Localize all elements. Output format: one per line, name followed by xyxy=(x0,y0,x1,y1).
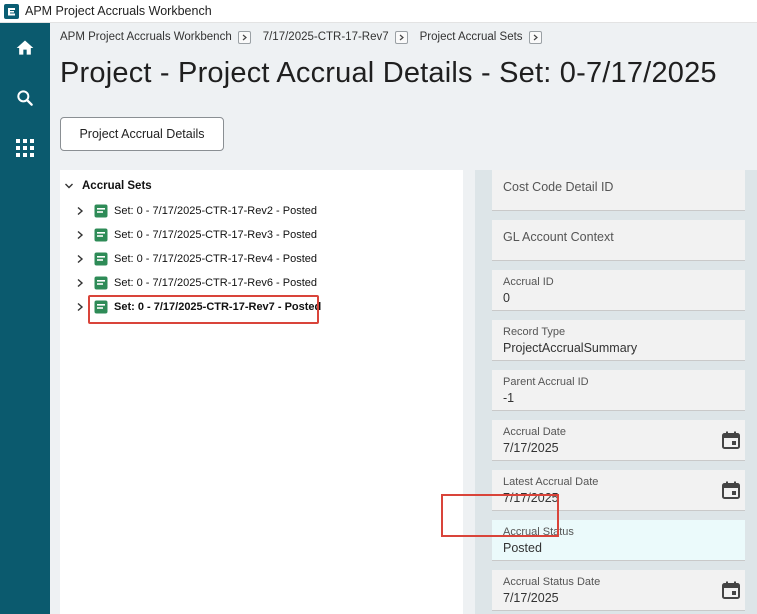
nav-rail xyxy=(0,23,50,614)
chevron-right-icon[interactable] xyxy=(76,206,88,216)
accrual-set-icon xyxy=(94,228,108,242)
apps-button[interactable] xyxy=(0,128,50,168)
home-icon xyxy=(16,40,34,55)
accrual-set-icon xyxy=(94,204,108,218)
field-label: Cost Code Detail ID xyxy=(503,180,614,194)
chevron-right-icon[interactable] xyxy=(76,302,88,312)
calendar-icon[interactable] xyxy=(721,480,741,505)
search-button[interactable] xyxy=(0,78,50,118)
breadcrumb: APM Project Accruals Workbench 7/17/2025… xyxy=(60,27,554,47)
field-value: 7/17/2025 xyxy=(503,591,559,605)
chevron-down-icon[interactable] xyxy=(64,181,74,191)
field-label: Accrual ID xyxy=(503,276,554,288)
field-value: 0 xyxy=(503,291,510,305)
field-label: GL Account Context xyxy=(503,230,614,244)
accrual-status-field[interactable]: Accrual Status Posted xyxy=(492,520,745,561)
breadcrumb-item-rev7[interactable]: 7/17/2025-CTR-17-Rev7 xyxy=(263,31,389,43)
field-label: Accrual Status xyxy=(503,526,574,538)
parent-accrual-id-field[interactable]: Parent Accrual ID -1 xyxy=(492,370,745,411)
calendar-icon[interactable] xyxy=(721,430,741,455)
cost-code-detail-id-field[interactable]: Cost Code Detail ID xyxy=(492,170,745,211)
main-content: APM Project Accruals Workbench 7/17/2025… xyxy=(50,23,757,614)
page-title: Project - Project Accrual Details - Set:… xyxy=(60,57,717,89)
search-icon xyxy=(17,90,33,106)
accrual-set-icon xyxy=(94,252,108,266)
tree-item[interactable]: Set: 0 - 7/17/2025-CTR-17-Rev3 - Posted xyxy=(76,225,317,245)
home-button[interactable] xyxy=(0,28,50,68)
chevron-right-icon[interactable] xyxy=(237,30,251,44)
field-label: Parent Accrual ID xyxy=(503,376,589,388)
chevron-right-icon[interactable] xyxy=(76,230,88,240)
calendar-icon[interactable] xyxy=(721,580,741,605)
tree-item-selected[interactable]: Set: 0 - 7/17/2025-CTR-17-Rev7 - Posted xyxy=(76,297,321,317)
app-title: APM Project Accruals Workbench xyxy=(25,4,212,18)
tree-root-accrual-sets[interactable]: Accrual Sets xyxy=(64,180,152,192)
tree-item-label: Set: 0 - 7/17/2025-CTR-17-Rev2 - Posted xyxy=(114,205,317,217)
tree-item[interactable]: Set: 0 - 7/17/2025-CTR-17-Rev2 - Posted xyxy=(76,201,317,221)
field-value: Posted xyxy=(503,541,542,555)
tree-item-label: Set: 0 - 7/17/2025-CTR-17-Rev7 - Posted xyxy=(114,301,322,313)
breadcrumb-item-accrual-sets[interactable]: Project Accrual Sets xyxy=(420,31,523,43)
tree-item[interactable]: Set: 0 - 7/17/2025-CTR-17-Rev4 - Posted xyxy=(76,249,317,269)
tree-item-label: Set: 0 - 7/17/2025-CTR-17-Rev3 - Posted xyxy=(114,229,317,241)
field-value: 7/17/2025 xyxy=(503,441,559,455)
chevron-right-icon[interactable] xyxy=(394,30,408,44)
tree-item-label: Set: 0 - 7/17/2025-CTR-17-Rev6 - Posted xyxy=(114,277,317,289)
tree-item[interactable]: Set: 0 - 7/17/2025-CTR-17-Rev6 - Posted xyxy=(76,273,317,293)
chevron-right-icon[interactable] xyxy=(76,254,88,264)
tree-item-label: Set: 0 - 7/17/2025-CTR-17-Rev4 - Posted xyxy=(114,253,317,265)
field-value: ProjectAccrualSummary xyxy=(503,341,638,355)
project-accrual-details-button[interactable]: Project Accrual Details xyxy=(60,117,224,151)
field-label: Latest Accrual Date xyxy=(503,476,599,488)
field-label: Accrual Date xyxy=(503,426,566,438)
latest-accrual-date-field[interactable]: Latest Accrual Date 7/17/2025 xyxy=(492,470,745,511)
chevron-right-icon[interactable] xyxy=(76,278,88,288)
record-type-field[interactable]: Record Type ProjectAccrualSummary xyxy=(492,320,745,361)
gl-account-context-field[interactable]: GL Account Context xyxy=(492,220,745,261)
field-label: Accrual Status Date xyxy=(503,576,601,588)
accrual-date-field[interactable]: Accrual Date 7/17/2025 xyxy=(492,420,745,461)
accrual-set-icon xyxy=(94,300,108,314)
chevron-right-icon[interactable] xyxy=(528,30,542,44)
breadcrumb-item-workbench[interactable]: APM Project Accruals Workbench xyxy=(60,31,232,43)
field-label: Record Type xyxy=(503,326,566,338)
accrual-sets-tree: Accrual Sets Set: 0 - 7/17/2025-CTR-17-R… xyxy=(60,170,463,614)
app-logo-icon xyxy=(4,3,19,19)
field-value: -1 xyxy=(503,391,515,405)
accrual-status-date-field[interactable]: Accrual Status Date 7/17/2025 xyxy=(492,570,745,611)
title-bar: APM Project Accruals Workbench xyxy=(0,0,757,23)
apps-grid-icon xyxy=(16,139,34,157)
tree-root-label: Accrual Sets xyxy=(82,180,152,192)
accrual-details-form: Cost Code Detail ID GL Account Context A… xyxy=(475,170,757,614)
field-value: 7/17/2025 xyxy=(503,491,559,505)
accrual-set-icon xyxy=(94,276,108,290)
accrual-id-field[interactable]: Accrual ID 0 xyxy=(492,270,745,311)
